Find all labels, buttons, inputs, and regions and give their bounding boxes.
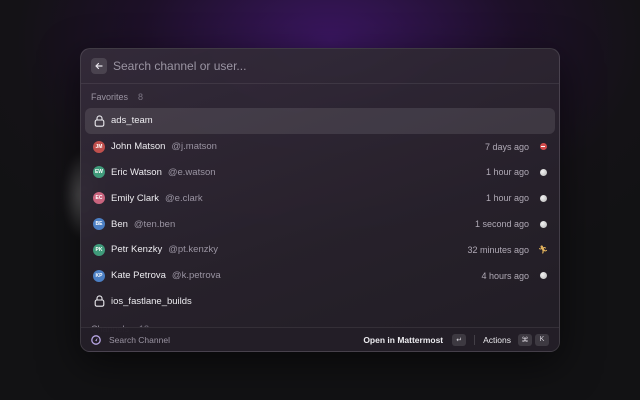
cmd-key: ⌘ [518, 333, 532, 346]
running-person-icon: 🏃︎ [537, 244, 549, 254]
actions-button[interactable]: Actions [483, 335, 511, 345]
user-handle: @ten.ben [133, 218, 176, 230]
avatar: JM [93, 140, 105, 153]
open-in-mattermost-button[interactable]: Open in Mattermost [363, 335, 443, 345]
lock-icon [93, 115, 105, 127]
user-item[interactable]: PK Petr Kenzky @pt.kenzky 32 minutes ago 🏃︎ [85, 237, 555, 263]
channel-item[interactable]: ios_fastlane_builds [85, 289, 555, 315]
user-item[interactable]: EC Emily Clark @e.clark 1 hour ago [85, 185, 555, 211]
user-item[interactable]: BE Ben @ten.ben 1 second ago [85, 211, 555, 237]
footer-bar: Search Channel Open in Mattermost ↵ Acti… [81, 327, 559, 351]
last-seen-time: 7 days ago [484, 141, 529, 152]
user-handle: @e.clark [165, 192, 203, 204]
channel-name: ios_fastlane_builds [111, 295, 192, 307]
online-status-icon [539, 194, 547, 202]
online-status-icon [539, 272, 547, 280]
user-handle: @k.petrova [171, 270, 221, 282]
results-list: ads_team JM John Matson @j.matson 7 days ago… [81, 108, 559, 314]
do-not-disturb-icon [539, 143, 547, 151]
user-handle: @j.matson [171, 141, 217, 153]
user-handle: @e.watson [167, 166, 216, 178]
user-name: Eric Watson [111, 166, 162, 178]
avatar: PK [93, 243, 105, 256]
user-handle: @pt.kenzky [168, 244, 218, 256]
last-seen-time: 1 second ago [474, 219, 529, 230]
online-status-icon [539, 168, 547, 176]
last-seen-time: 1 hour ago [485, 167, 529, 178]
user-name: John Matson [111, 141, 166, 153]
arrow-left-icon [95, 62, 103, 70]
user-item[interactable]: EW Eric Watson @e.watson 1 hour ago [85, 160, 555, 186]
user-name: Kate Petrova [111, 270, 166, 282]
user-name: Emily Clark [111, 192, 160, 204]
channel-name: ads_team [111, 115, 153, 127]
footer-divider [474, 334, 476, 345]
enter-key: ↵ [452, 333, 467, 346]
back-button[interactable] [91, 58, 107, 74]
favorites-label: Favorites [91, 92, 129, 102]
user-name: Petr Kenzky [111, 244, 163, 256]
avatar: EC [93, 192, 105, 205]
last-seen-time: 1 hour ago [485, 193, 529, 204]
mattermost-logo-icon [91, 334, 101, 345]
last-seen-time: 32 minutes ago [467, 244, 529, 255]
user-item[interactable]: KP Kate Petrova @k.petrova 4 hours ago [85, 263, 555, 289]
user-item[interactable]: JM John Matson @j.matson 7 days ago [85, 134, 555, 160]
user-name: Ben [111, 218, 128, 230]
channel-item[interactable]: ads_team [85, 108, 555, 134]
favorites-header: Favorites 8 [81, 86, 559, 108]
avatar: KP [93, 269, 105, 282]
favorites-count: 8 [138, 92, 144, 102]
avatar: BE [93, 218, 105, 231]
last-seen-time: 4 hours ago [481, 270, 529, 281]
k-key: K [535, 333, 549, 346]
search-bar [81, 49, 559, 84]
avatar: EW [93, 166, 105, 179]
command-palette: Favorites 8 ads_team JM John Matson @j.mats… [80, 48, 560, 352]
online-status-icon [539, 220, 547, 228]
search-input[interactable] [113, 59, 549, 73]
footer-label: Search Channel [109, 334, 170, 345]
lock-icon [93, 295, 105, 308]
